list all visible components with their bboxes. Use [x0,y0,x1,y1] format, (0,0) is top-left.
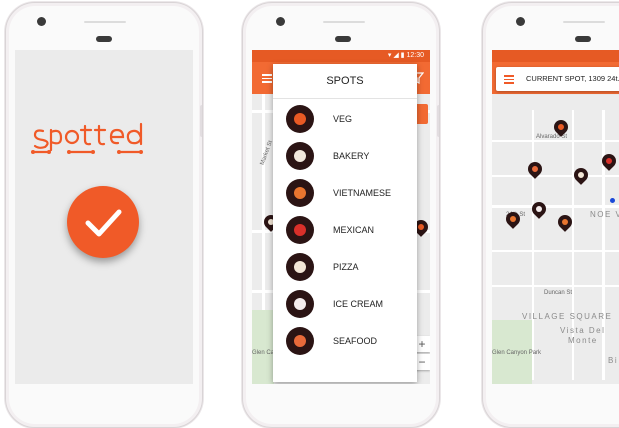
earpiece [96,36,112,42]
spot-item-label: ICE CREAM [333,299,384,309]
phone-map: CURRENT SPOT, 1309 24t... Alvarado St 24… [482,2,619,428]
spotted-logo-icon [31,122,143,154]
status-bar: ▾ ◢ ▮ 12:30 [252,50,430,62]
check-icon [85,209,122,237]
phone-splash [5,2,203,428]
fish-icon [286,327,314,355]
speaker-grill [84,21,126,23]
front-camera [37,17,46,26]
signal-icon: ◢ [393,52,399,59]
spot-item-label: VEG [333,114,353,124]
spot-item-veg[interactable]: VEG [273,102,417,139]
side-button [437,105,439,137]
search-card[interactable]: CURRENT SPOT, 1309 24t... [496,67,619,91]
spot-item-bakery[interactable]: BAKERY [273,139,417,176]
spot-item-label: PIZZA [333,262,359,272]
spot-item-label: SEAFOOD [333,336,378,346]
bread-icon-fill [294,150,306,162]
map-street [532,110,534,380]
map-street [492,175,619,177]
chili-pepper-icon [286,216,314,244]
speaker-grill [563,21,605,23]
ice-cream-icon [286,290,314,318]
carrot-icon-fill [294,113,306,125]
map-street [492,285,619,287]
map-street [492,250,619,252]
splash-screen [15,50,193,384]
map-street [492,205,619,208]
bread-icon [286,142,314,170]
spot-item-label: VIETNAMESE [333,188,392,198]
neighborhood-label: Vista Del [560,326,606,335]
app-logo [15,116,193,160]
spots-dropdown: SPOTS VEG BAKERY VIETNAMESE MEXICAN PIZZA ICE… [273,64,417,382]
carrot-icon [286,105,314,133]
front-camera [276,17,285,26]
current-spot-text: CURRENT SPOT, 1309 24t... [526,74,619,83]
map-street [492,140,619,142]
side-button [200,105,202,137]
chili-pepper-icon-fill [294,224,306,236]
hamburger-icon[interactable] [504,75,514,84]
spot-item-pizza[interactable]: PIZZA [273,250,417,287]
earpiece [575,36,591,42]
spot-item-vietnamese[interactable]: VIETNAMESE [273,176,417,213]
current-location-dot [610,198,615,203]
dropdown-title: SPOTS [273,64,417,99]
spot-item-ice-cream[interactable]: ICE CREAM [273,287,417,324]
speaker-grill [323,21,365,23]
fish-icon-fill [294,335,306,347]
neighborhood-label: Bi [608,356,619,365]
confirm-button[interactable] [67,186,139,258]
spot-item-seafood[interactable]: SEAFOOD [273,324,417,361]
battery-icon: ▮ [400,52,405,59]
map-screen[interactable]: CURRENT SPOT, 1309 24t... Alvarado St 24… [492,50,619,384]
clock: 12:30 [406,52,424,59]
spot-item-label: BAKERY [333,151,370,161]
neighborhood-label: NOE V [590,210,619,219]
spot-item-label: MEXICAN [333,225,375,235]
status-bar [492,50,619,62]
map-screen[interactable]: Market St Glen Canyon Park + − ▾ ◢ ▮ 12:… [252,50,430,384]
wifi-icon: ▾ [387,52,392,59]
phone-spots-menu: Market St Glen Canyon Park + − ▾ ◢ ▮ 12:… [242,2,440,428]
map-label: Glen Canyon Park [492,350,542,356]
neighborhood-label: VILLAGE SQUARE [522,312,613,321]
front-camera [516,17,525,26]
earpiece [335,36,351,42]
noodle-bowl-icon-fill [294,187,306,199]
ice-cream-icon-fill [294,298,306,310]
map-pin[interactable] [571,165,591,185]
spot-item-mexican[interactable]: MEXICAN [273,213,417,250]
pizza-slice-icon [286,253,314,281]
hamburger-icon[interactable] [262,74,272,83]
noodle-bowl-icon [286,179,314,207]
pizza-slice-icon-fill [294,261,306,273]
map-label: Duncan St [544,290,573,296]
map-park [252,310,274,384]
neighborhood-label: Monte [568,336,598,345]
map-street [602,110,605,380]
